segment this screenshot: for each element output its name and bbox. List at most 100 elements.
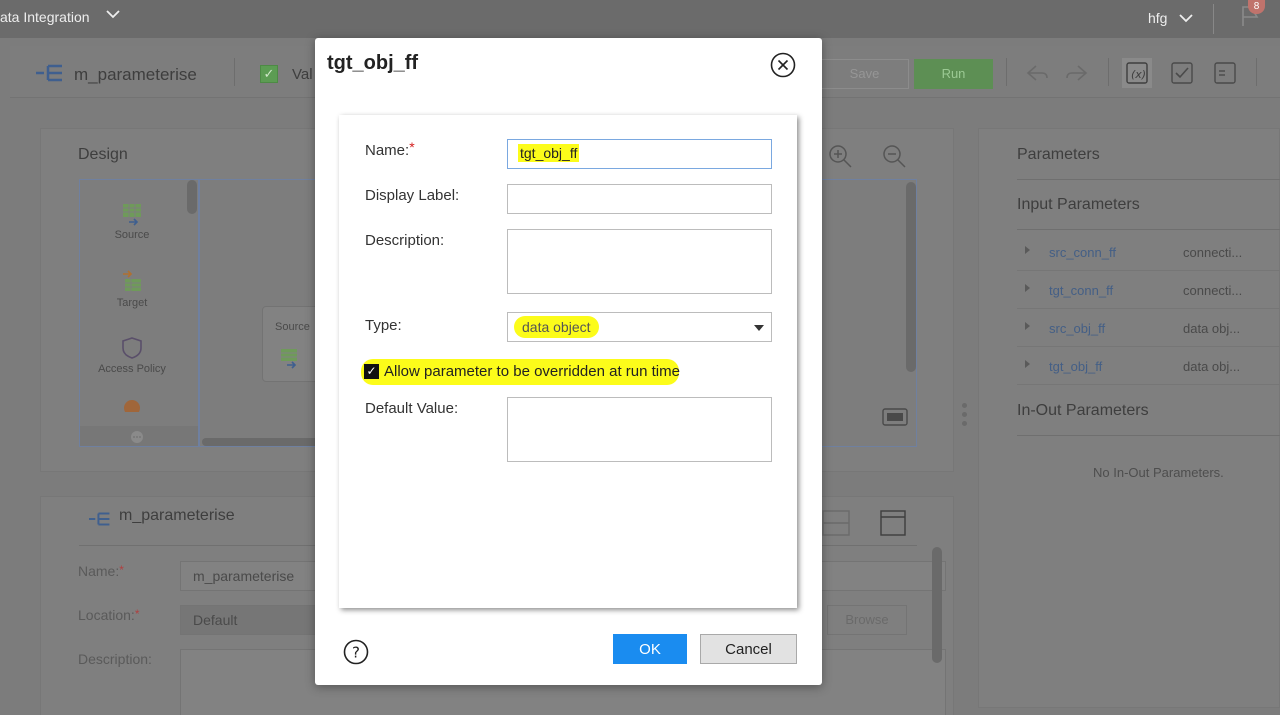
save-button[interactable]: Save	[820, 59, 909, 89]
name-input[interactable]: tgt_obj_ff	[507, 139, 772, 169]
description-textarea[interactable]	[507, 229, 772, 294]
type-select[interactable]: data object	[507, 312, 772, 342]
help-icon[interactable]: ?	[343, 639, 369, 665]
expand-icon[interactable]	[1025, 322, 1030, 330]
properties-title: m_parameterise	[119, 507, 235, 524]
allow-override-checkbox[interactable]: ✓	[364, 364, 379, 379]
parameter-row[interactable]: tgt_conn_ff connecti...	[1017, 271, 1280, 309]
more-icon[interactable]	[130, 430, 144, 444]
allow-override-label[interactable]: Allow parameter to be overridden at run …	[384, 363, 680, 380]
expand-icon[interactable]	[1025, 246, 1030, 254]
source-icon	[123, 204, 141, 226]
parameter-name[interactable]: src_conn_ff	[1049, 245, 1116, 260]
minimap-icon[interactable]	[882, 408, 908, 426]
user-menu[interactable]: hfg	[1148, 10, 1167, 26]
divider	[1017, 435, 1280, 436]
properties-scrollbar[interactable]	[932, 547, 942, 663]
parameter-name[interactable]: tgt_obj_ff	[1049, 359, 1102, 374]
name-input-value: tgt_obj_ff	[518, 144, 580, 162]
zoom-in-icon[interactable]	[827, 143, 853, 169]
parameter-type: data obj...	[1183, 321, 1241, 336]
chevron-down-icon[interactable]	[103, 4, 123, 24]
location-label-text: Location:	[78, 607, 135, 623]
dialog-body: Name:* tgt_obj_ff Display Label: Descrip…	[339, 115, 797, 608]
parameter-form: Name:* tgt_obj_ff Display Label: Descrip…	[339, 115, 797, 608]
maximize-panel-icon[interactable]	[879, 509, 907, 537]
name-label: Name:*	[78, 563, 124, 579]
name-label: Name:*	[365, 139, 415, 159]
palette-item-access-policy[interactable]: Access Policy	[80, 336, 184, 375]
divider	[1213, 4, 1214, 34]
parameter-row[interactable]: src_conn_ff connecti...	[1017, 233, 1280, 271]
zoom-out-icon[interactable]	[881, 143, 907, 169]
expand-icon[interactable]	[1025, 284, 1030, 292]
valid-check-icon: ✓	[260, 65, 278, 83]
ok-button[interactable]: OK	[613, 634, 687, 664]
expression-icon[interactable]	[1210, 58, 1240, 88]
divider	[1017, 179, 1280, 180]
parameter-dialog: tgt_obj_ff Name:* tgt_obj_ff Display Lab…	[315, 38, 822, 685]
top-bar: ata Integration hfg 8	[0, 0, 1280, 38]
divider	[1256, 58, 1257, 86]
palette-label: Access Policy	[98, 363, 166, 375]
split-layout-icon[interactable]	[821, 509, 851, 537]
input-parameters-title: Input Parameters	[1017, 196, 1140, 213]
design-title: Design	[78, 146, 128, 163]
palette-label: Source	[114, 229, 150, 241]
mapping-name-value: m_parameterise	[193, 568, 295, 584]
description-label: Description:	[78, 651, 152, 667]
parameter-type: connecti...	[1183, 283, 1243, 298]
type-label: Type:	[365, 317, 402, 334]
expand-icon[interactable]	[1025, 360, 1030, 368]
dropdown-arrow-icon[interactable]	[754, 325, 764, 331]
chevron-down-icon[interactable]	[1176, 8, 1196, 28]
validate-icon[interactable]	[1167, 58, 1197, 88]
parameter-name[interactable]: src_obj_ff	[1049, 321, 1105, 336]
app-title[interactable]: ata Integration	[0, 9, 90, 25]
divider	[1108, 58, 1109, 86]
required-marker: *	[119, 563, 124, 577]
palette-item-source[interactable]: Source	[80, 202, 184, 241]
required-marker: *	[409, 139, 415, 155]
name-label-text: Name:	[78, 563, 120, 579]
cancel-button[interactable]: Cancel	[700, 634, 797, 664]
valid-status: Val	[292, 66, 313, 83]
parameters-icon[interactable]: (x)	[1122, 58, 1152, 88]
allow-override-row[interactable]: ✓ Allow parameter to be overridden at ru…	[361, 359, 680, 385]
svg-text:(x): (x)	[1131, 68, 1146, 81]
parameters-panel: Parameters Input Parameters src_conn_ff …	[978, 128, 1280, 708]
close-icon[interactable]	[769, 51, 797, 79]
display-label-input[interactable]	[507, 184, 772, 214]
svg-text:?: ?	[352, 644, 360, 662]
parameter-row[interactable]: tgt_obj_ff data obj...	[1017, 347, 1280, 385]
browse-button[interactable]: Browse	[827, 605, 907, 635]
default-value-textarea[interactable]	[507, 397, 772, 462]
parameter-type: connecti...	[1183, 245, 1243, 260]
panel-resize-handle[interactable]	[962, 403, 968, 430]
parameter-name[interactable]: tgt_conn_ff	[1049, 283, 1113, 298]
parameter-type: data obj...	[1183, 359, 1241, 374]
redo-icon[interactable]	[1062, 58, 1092, 88]
mapping-icon	[36, 64, 62, 82]
rest-icon	[124, 400, 140, 412]
run-button[interactable]: Run	[914, 59, 993, 89]
parameter-row[interactable]: src_obj_ff data obj...	[1017, 309, 1280, 347]
name-label-text: Name:	[365, 142, 410, 159]
required-marker: *	[134, 607, 140, 621]
mapping-name: m_parameterise	[74, 65, 197, 84]
node-label: Source	[275, 321, 310, 333]
divider	[1017, 229, 1280, 230]
palette-item-target[interactable]: Target	[80, 270, 184, 309]
type-select-value: data object	[514, 316, 599, 338]
undo-icon[interactable]	[1022, 58, 1052, 88]
inout-parameters-title: In-Out Parameters	[1017, 402, 1149, 419]
canvas-source-node[interactable]: Source	[262, 306, 322, 382]
palette-label: Target	[116, 297, 148, 309]
display-label-label: Display Label:	[365, 187, 460, 204]
divider	[234, 58, 235, 86]
dialog-title: tgt_obj_ff	[327, 52, 419, 74]
palette-scrollbar[interactable]	[187, 180, 197, 214]
mapping-icon	[89, 512, 110, 526]
canvas-vertical-scrollbar[interactable]	[906, 182, 916, 372]
access-policy-icon	[122, 337, 142, 359]
